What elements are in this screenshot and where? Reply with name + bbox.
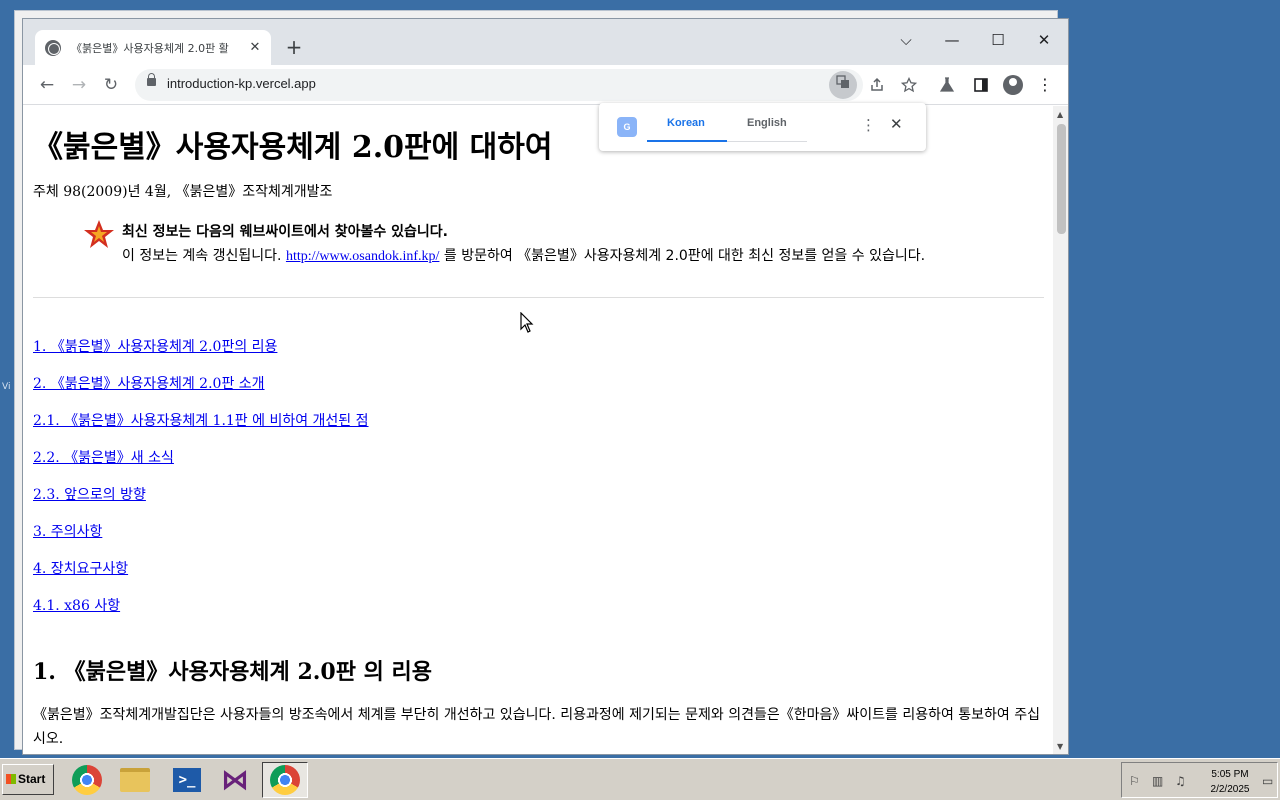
taskbar-chrome-active-button[interactable] [262,762,308,798]
powershell-icon: >_ [173,768,201,792]
taskbar-explorer-button[interactable] [112,762,158,798]
folder-icon [120,768,150,792]
divider [33,297,1044,298]
chrome-icon [72,765,102,795]
clock[interactable]: 5:05 PM 2/2/2025 [1205,767,1255,797]
volume-icon[interactable]: ♫ [1175,774,1186,788]
language-tab-divider [727,141,807,142]
translate-close-icon[interactable]: ✕ [890,115,903,133]
toc-link[interactable]: 4.1. x86 사항 [33,595,120,615]
taskbar: Start >_ ⋈ ⚐ ▥ ♫ 5:05 PM 2/2/2025 ▭ [0,758,1280,800]
taskbar-chrome-button[interactable] [64,762,110,798]
scroll-down-icon[interactable]: ▼ [1057,742,1063,751]
tab-title: 《붉은별》사용자용체계 2.0판 활 [71,41,229,55]
byline: 주체 98(2009)년 4월, 《붉은별》조작체계개발조 [33,184,333,200]
toc-link[interactable]: 2.2. 《붉은별》새 소식 [33,447,174,467]
start-label: Start [18,772,46,786]
section-paragraph: 《붉은별》조작체계개발집단은 사용자들의 방조속에서 체계를 부단히 개선하고 … [33,707,1041,747]
back-icon[interactable]: ← [33,71,61,99]
chrome-icon [270,765,300,795]
toc-link[interactable]: 2. 《붉은별》사용자용체계 2.0판 소개 [33,373,265,393]
address-bar[interactable]: introduction-kp.vercel.app [135,69,863,101]
google-translate-icon: G [617,117,637,137]
taskbar-powershell-button[interactable]: >_ [164,762,210,798]
lock-icon[interactable] [147,73,156,86]
show-desktop-icon[interactable]: ▭ [1262,774,1273,788]
active-language-indicator [647,140,727,142]
star-icon[interactable] [895,71,923,99]
minimize-button[interactable]: — [929,25,975,55]
windows-logo-icon [6,774,16,784]
clock-time: 5:05 PM [1211,769,1249,780]
translate-popup: G Korean English ⋮ ✕ [599,103,926,151]
toc-link[interactable]: 1. 《붉은별》사용자용체계 2.0판의 리용 [33,336,277,356]
translate-icon[interactable] [829,71,857,99]
notice-text-after: 를 방문하여 《붉은별》사용자용체계 2.0판에 대한 최신 정보를 얻을 수 … [443,248,926,264]
tab-close-icon[interactable]: ✕ [247,40,263,56]
start-button[interactable]: Start [2,764,54,795]
avatar [1003,75,1023,95]
vertical-scrollbar[interactable]: ▲ ▼ [1053,106,1068,754]
red-star-icon [84,220,114,248]
network-icon[interactable]: ▥ [1152,774,1163,788]
profile-icon[interactable] [999,71,1027,99]
share-icon[interactable] [863,71,891,99]
browser-tab[interactable]: 《붉은별》사용자용체계 2.0판 활 ✕ [35,30,271,65]
forward-icon[interactable]: → [65,71,93,99]
maximize-button[interactable]: ☐ [975,25,1021,55]
scroll-thumb[interactable] [1057,124,1066,234]
page-title: 《붉은별》사용자용체계 2.0판에 대하여 [33,130,553,165]
browser-toolbar: ← → ↻ introduction-kp.vercel.app ⋮ [23,65,1068,105]
visual-studio-icon: ⋈ [221,763,249,796]
system-tray: ⚐ ▥ ♫ 5:05 PM 2/2/2025 ▭ [1121,762,1278,798]
url-text[interactable]: introduction-kp.vercel.app [167,76,316,91]
new-tab-button[interactable]: + [281,34,307,60]
toc-link[interactable]: 2.1. 《붉은별》사용자용체계 1.1판 에 비하여 개선된 점 [33,410,369,430]
side-panel-icon[interactable] [967,71,995,99]
reload-icon[interactable]: ↻ [97,71,125,99]
title-bar: 《붉은별》사용자용체계 2.0판 활 ✕ + ⌵ — ☐ ✕ [23,19,1068,65]
clock-date: 2/2/2025 [1210,784,1250,795]
toc-link[interactable]: 3. 주의사항 [33,521,102,541]
taskbar-visual-studio-button[interactable]: ⋈ [212,762,258,798]
flag-icon[interactable]: ⚐ [1129,774,1140,788]
menu-icon[interactable]: ⋮ [1031,71,1059,99]
globe-icon [45,39,61,56]
language-tab-korean[interactable]: Korean [667,117,705,129]
notice-title: 최신 정보는 다음의 웨브싸이트에서 찾아볼수 있습니다. [122,224,448,240]
notice-text-before: 이 정보는 계속 갱신됩니다. [122,248,286,264]
close-window-button[interactable]: ✕ [1021,25,1067,55]
mouse-cursor-icon [520,312,534,333]
toc-link[interactable]: 4. 장치요구사항 [33,558,128,578]
language-tab-english[interactable]: English [747,117,787,129]
desktop-edge-label: Vi [2,382,11,392]
toc-link[interactable]: 2.3. 앞으로의 방향 [33,484,146,504]
browser-window: 《붉은별》사용자용체계 2.0판 활 ✕ + ⌵ — ☐ ✕ ← → ↻ int… [22,18,1069,755]
translate-options-icon[interactable]: ⋮ [861,116,876,134]
scroll-up-icon[interactable]: ▲ [1057,110,1063,119]
labs-icon[interactable] [933,71,961,99]
section-heading: 1. 《붉은별》사용자용체계 2.0판 의 리용 [33,659,432,685]
osandok-link[interactable]: http://www.osandok.inf.kp/ [286,249,439,264]
tab-search-button[interactable]: ⌵ [883,25,929,55]
page-content: 《붉은별》사용자용체계 2.0판에 대하여 주체 98(2009)년 4월, 《… [23,106,1053,754]
notice-body: 이 정보는 계속 갱신됩니다. http://www.osandok.inf.k… [122,246,1002,267]
